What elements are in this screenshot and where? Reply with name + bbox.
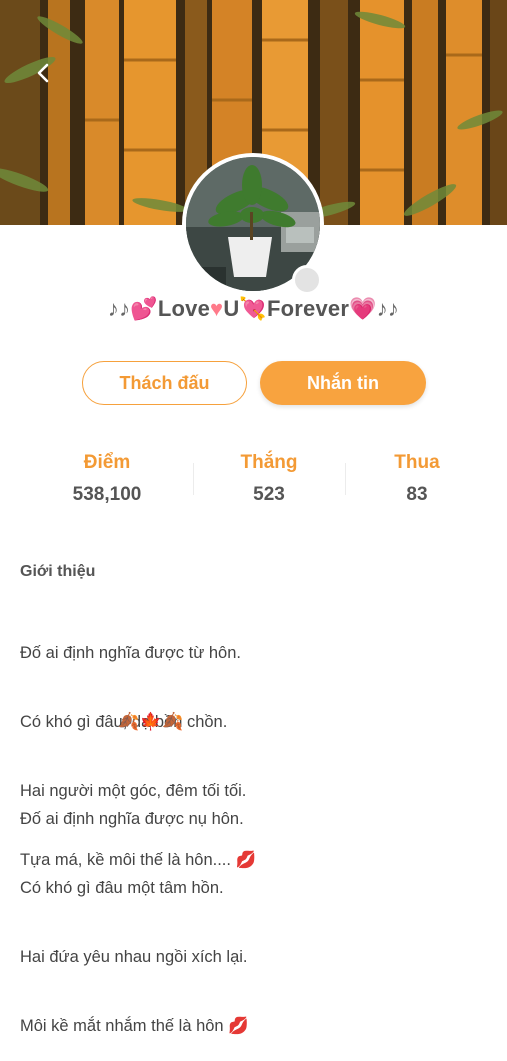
stat-label: Thắng bbox=[240, 452, 298, 473]
growing-heart-icon: 💗 bbox=[349, 296, 377, 321]
poem-line: Môi kề mắt nhắm thế là hôn 💋 bbox=[20, 1017, 249, 1035]
leaves-icon: 🍂🍁🍂 bbox=[118, 712, 185, 731]
poem-line: Có khó gì đâu một tâm hồn. bbox=[20, 879, 224, 897]
stat-losses: Thua 83 bbox=[342, 452, 492, 506]
stat-label: Thua bbox=[394, 452, 440, 473]
stat-wins: Thắng 523 bbox=[194, 452, 344, 506]
stat-label: Điểm bbox=[83, 452, 131, 473]
status-dot-icon bbox=[292, 265, 322, 295]
name-text: Forever bbox=[267, 296, 350, 321]
message-button[interactable]: Nhắn tin bbox=[260, 361, 426, 405]
name-text: U bbox=[223, 296, 240, 321]
intro-stanza-2: Đố ai định nghĩa được nụ hôn. Có khó gì … bbox=[20, 762, 249, 1061]
poem-line: Đố ai định nghĩa được nụ hôn. bbox=[20, 810, 244, 828]
music-notes-icon: ♪♪ bbox=[107, 296, 131, 321]
stat-value: 523 bbox=[253, 484, 285, 505]
stat-value: 538,100 bbox=[72, 484, 142, 505]
challenge-button[interactable]: Thách đấu bbox=[82, 361, 247, 405]
name-text: Love bbox=[157, 296, 211, 321]
hearts-icon: 💕 bbox=[130, 296, 158, 321]
stat-value: 83 bbox=[406, 484, 428, 505]
poem-line: Hai đứa yêu nhau ngồi xích lại. bbox=[20, 948, 248, 966]
chevron-left-icon bbox=[37, 63, 49, 83]
heart-icon: ♥ bbox=[210, 296, 224, 321]
poem-line: Đố ai định nghĩa được từ hôn. bbox=[20, 644, 241, 662]
profile-name: ♪♪💕Love♥U💘Forever💗♪♪ bbox=[0, 296, 507, 322]
intro-title: Giới thiệu bbox=[20, 563, 96, 580]
music-notes-icon: ♪♪ bbox=[376, 296, 400, 321]
back-button[interactable] bbox=[26, 56, 60, 90]
heart-arrow-icon: 💘 bbox=[239, 296, 267, 321]
stat-points: Điểm 538,100 bbox=[32, 452, 182, 506]
